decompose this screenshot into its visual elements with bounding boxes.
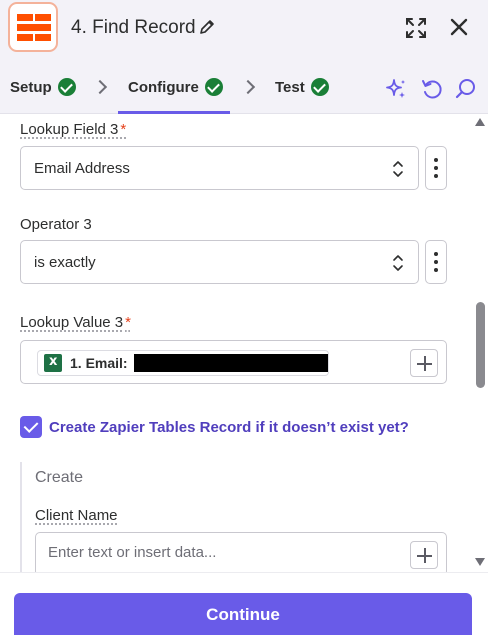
- insert-data-button[interactable]: [410, 541, 438, 569]
- insert-data-button[interactable]: [410, 349, 438, 377]
- excel-icon: [44, 354, 62, 372]
- pill-label: 1. Email:: [70, 355, 128, 371]
- create-section-heading: Create: [35, 469, 84, 486]
- kebab-dot: [434, 158, 438, 162]
- sparkle-icon[interactable]: [384, 77, 408, 101]
- kebab-dot: [434, 166, 438, 170]
- tab-configure-label: Configure: [128, 78, 199, 96]
- check-circle-icon: [310, 78, 329, 96]
- operator-3-menu-button[interactable]: [425, 240, 447, 284]
- operator-3-select[interactable]: is exactly: [20, 240, 419, 284]
- kebab-dot: [434, 268, 438, 272]
- lookup-value-3-field[interactable]: 1. Email:: [20, 340, 447, 384]
- expand-icon[interactable]: [404, 16, 428, 40]
- create-record-checkbox-label[interactable]: Create Zapier Tables Record if it doesn’…: [49, 419, 409, 436]
- required-marker: *: [120, 121, 127, 138]
- lookup-field-3-select[interactable]: Email Address: [20, 146, 419, 190]
- zapier-tables-logo-icon: [8, 2, 58, 52]
- check-circle-icon: [204, 78, 223, 96]
- scroll-up-arrow-icon[interactable]: [475, 118, 485, 126]
- continue-button[interactable]: Continue: [14, 593, 472, 635]
- close-icon[interactable]: [448, 16, 470, 38]
- step-title: 4. Find Record: [71, 17, 196, 38]
- step-tabs: Setup Configure Test: [0, 62, 488, 114]
- kebab-dot: [434, 174, 438, 178]
- required-marker: *: [125, 314, 131, 331]
- tab-configure[interactable]: Configure: [128, 78, 223, 96]
- search-icon[interactable]: [454, 77, 478, 101]
- lookup-value-3-label: Lookup Value 3 *: [20, 314, 131, 331]
- up-down-icon: [393, 161, 403, 177]
- client-name-field[interactable]: [35, 532, 447, 572]
- lookup-field-3-menu-button[interactable]: [425, 146, 447, 190]
- kebab-dot: [434, 260, 438, 264]
- undo-icon[interactable]: [420, 77, 444, 101]
- footer: Continue: [0, 572, 488, 635]
- client-name-input[interactable]: [48, 544, 388, 561]
- kebab-dot: [434, 252, 438, 256]
- operator-3-label: Operator 3: [20, 216, 92, 233]
- scroll-down-arrow-icon[interactable]: [475, 558, 485, 566]
- pencil-icon[interactable]: [198, 18, 216, 36]
- lookup-field-3-value: Email Address: [34, 160, 130, 177]
- lookup-value-3-label-text: Lookup Value 3: [20, 314, 124, 331]
- check-circle-icon: [57, 78, 76, 96]
- lookup-field-3-label-text: Lookup Field 3: [20, 121, 119, 138]
- up-down-icon: [393, 255, 403, 271]
- client-name-label: Client Name: [35, 507, 118, 524]
- create-record-checkbox[interactable]: [20, 416, 42, 438]
- lookup-field-3-label: Lookup Field 3 *: [20, 121, 126, 138]
- tab-test[interactable]: Test: [275, 78, 329, 96]
- step-header: 4. Find Record: [0, 0, 488, 62]
- chevron-right-icon: [92, 79, 108, 95]
- scrollbar-thumb[interactable]: [476, 302, 485, 388]
- tab-setup-label: Setup: [10, 78, 52, 96]
- operator-3-value: is exactly: [34, 254, 96, 271]
- tab-setup[interactable]: Setup: [10, 78, 76, 96]
- mapped-data-pill[interactable]: 1. Email:: [37, 350, 329, 376]
- configure-form: Lookup Field 3 * Email Address Operator 3…: [0, 114, 472, 572]
- tab-test-label: Test: [275, 78, 305, 96]
- redacted-value: [133, 354, 328, 372]
- chevron-right-icon: [240, 79, 256, 95]
